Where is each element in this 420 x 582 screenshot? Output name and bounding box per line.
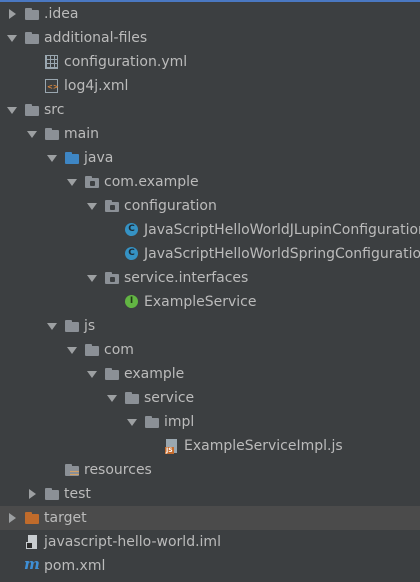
tree-item-src[interactable]: src <box>0 98 420 122</box>
expand-arrow-icon[interactable] <box>25 482 39 506</box>
tree-item-label: configuration <box>124 198 217 214</box>
collapse-arrow-icon[interactable] <box>105 386 119 410</box>
tree-item-service[interactable]: service <box>0 386 420 410</box>
xml-file-icon: <> <box>44 78 60 94</box>
folder-icon <box>44 126 60 142</box>
tree-item-configuration-yml[interactable]: configuration.yml <box>0 50 420 74</box>
source-folder-icon <box>64 150 80 166</box>
tree-item-java[interactable]: java <box>0 146 420 170</box>
tree-item-com-example[interactable]: com.example <box>0 170 420 194</box>
collapse-arrow-icon[interactable] <box>125 410 139 434</box>
collapse-arrow-icon[interactable] <box>25 122 39 146</box>
tree-item-idea[interactable]: .idea <box>0 2 420 26</box>
tree-item-label: pom.xml <box>44 558 106 574</box>
tree-item-example[interactable]: example <box>0 362 420 386</box>
tree-item-spring-configuration[interactable]: C JavaScriptHelloWorldSpringConfiguratio… <box>0 242 420 266</box>
tree-item-pom-xml[interactable]: m pom.xml <box>0 554 420 578</box>
collapse-arrow-icon[interactable] <box>5 98 19 122</box>
folder-icon <box>24 102 40 118</box>
tree-item-main[interactable]: main <box>0 122 420 146</box>
tree-item-service-interfaces[interactable]: service.interfaces <box>0 266 420 290</box>
tree-item-label: ExampleServiceImpl.js <box>184 438 343 454</box>
tree-item-label: resources <box>84 462 152 478</box>
collapse-arrow-icon[interactable] <box>85 266 99 290</box>
tree-item-log4j-xml[interactable]: <> log4j.xml <box>0 74 420 98</box>
tree-item-com[interactable]: com <box>0 338 420 362</box>
folder-icon <box>64 318 80 334</box>
tree-item-js[interactable]: js <box>0 314 420 338</box>
class-icon: C <box>124 246 140 262</box>
tree-item-label: additional-files <box>44 30 148 46</box>
tree-item-label: service <box>144 390 195 406</box>
tree-item-test[interactable]: test <box>0 482 420 506</box>
collapse-arrow-icon[interactable] <box>45 146 59 170</box>
tree-item-label: java <box>84 150 114 166</box>
folder-icon <box>44 486 60 502</box>
tree-item-example-service-impl-js[interactable]: JS ExampleServiceImpl.js <box>0 434 420 458</box>
tree-item-label: JavaScriptHelloWorldSpringConfiguration <box>144 246 420 262</box>
tree-item-example-service[interactable]: I ExampleService <box>0 290 420 314</box>
folder-icon <box>24 6 40 22</box>
tree-item-additional-files[interactable]: additional-files <box>0 26 420 50</box>
expand-arrow-icon[interactable] <box>5 2 19 26</box>
javascript-file-icon: JS <box>164 438 180 454</box>
collapse-arrow-icon[interactable] <box>65 338 79 362</box>
class-icon: C <box>124 222 140 238</box>
tree-item-label: target <box>44 510 87 526</box>
tree-item-label: com.example <box>104 174 199 190</box>
collapse-arrow-icon[interactable] <box>65 170 79 194</box>
folder-icon <box>104 366 120 382</box>
tree-item-target[interactable]: target <box>0 506 420 530</box>
tree-item-resources[interactable]: resources <box>0 458 420 482</box>
tree-item-label: test <box>64 486 91 502</box>
iml-file-icon <box>24 534 40 550</box>
tree-item-label: impl <box>164 414 195 430</box>
tree-item-label: javascript-hello-world.iml <box>44 534 221 550</box>
maven-icon: m <box>24 555 40 573</box>
folder-icon <box>124 390 140 406</box>
package-icon <box>104 270 120 286</box>
tree-item-label: main <box>64 126 99 142</box>
collapse-arrow-icon[interactable] <box>85 194 99 218</box>
interface-icon: I <box>124 294 140 310</box>
tree-item-label: ExampleService <box>144 294 257 310</box>
expand-arrow-icon[interactable] <box>5 506 19 530</box>
tree-item-label: com <box>104 342 134 358</box>
tree-item-label: example <box>124 366 185 382</box>
folder-icon <box>84 342 100 358</box>
tree-item-label: src <box>44 102 65 118</box>
collapse-arrow-icon[interactable] <box>45 314 59 338</box>
folder-icon <box>24 30 40 46</box>
tree-item-label: configuration.yml <box>64 54 188 70</box>
tree-item-iml[interactable]: javascript-hello-world.iml <box>0 530 420 554</box>
tree-item-label: js <box>84 318 96 334</box>
tree-item-configuration[interactable]: configuration <box>0 194 420 218</box>
package-icon <box>84 174 100 190</box>
yml-file-icon <box>44 54 60 70</box>
package-icon <box>104 198 120 214</box>
tree-item-label: .idea <box>44 6 79 22</box>
excluded-folder-icon <box>24 510 40 526</box>
collapse-arrow-icon[interactable] <box>85 362 99 386</box>
collapse-arrow-icon[interactable] <box>5 26 19 50</box>
tree-item-label: JavaScriptHelloWorldJLupinConfiguration <box>144 222 420 238</box>
tree-item-jlupin-configuration[interactable]: C JavaScriptHelloWorldJLupinConfiguratio… <box>0 218 420 242</box>
folder-icon <box>144 414 160 430</box>
resources-folder-icon <box>64 462 80 478</box>
tree-item-label: service.interfaces <box>124 270 249 286</box>
tree-item-impl[interactable]: impl <box>0 410 420 434</box>
tree-item-label: log4j.xml <box>64 78 129 94</box>
